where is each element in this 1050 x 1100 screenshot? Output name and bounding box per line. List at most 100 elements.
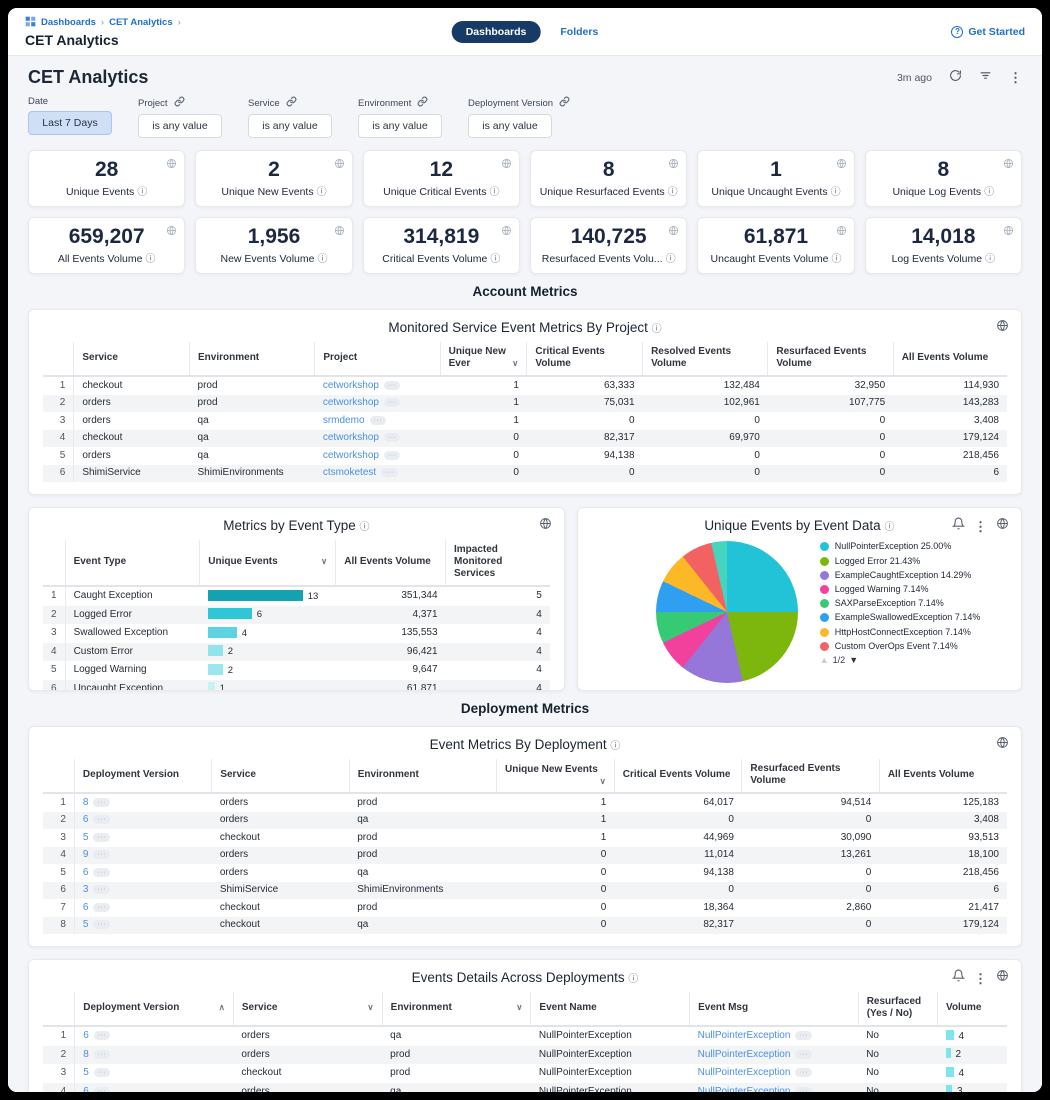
bell-icon[interactable]	[952, 969, 965, 987]
legend-item[interactable]: ExampleCaughtException 14.29%	[820, 570, 1007, 582]
column-header[interactable]: Critical Events Volume	[527, 342, 643, 376]
info-icon[interactable]: ⓘ	[985, 254, 995, 265]
globe-icon[interactable]	[996, 736, 1009, 754]
info-icon[interactable]: ⓘ	[628, 974, 638, 985]
bell-icon[interactable]	[952, 517, 965, 535]
column-header[interactable]: Project	[315, 342, 440, 376]
cell-menu-badge[interactable]: ···	[93, 868, 110, 877]
info-icon[interactable]: ⓘ	[145, 254, 155, 265]
globe-icon[interactable]	[668, 156, 679, 174]
table-row[interactable]: 76···checkoutprod018,3642,86021,417	[43, 899, 1007, 917]
globe-icon[interactable]	[1003, 156, 1014, 174]
cell-menu-badge[interactable]: ···	[384, 451, 401, 460]
cell-menu-badge[interactable]: ···	[93, 798, 110, 807]
globe-icon[interactable]	[836, 156, 847, 174]
table-row[interactable]: 46···ordersqaNullPointerExceptionNullPoi…	[43, 1083, 1007, 1092]
column-header[interactable]: Volume	[938, 992, 1007, 1026]
table-row[interactable]: 28···ordersprodNullPointerExceptionNullP…	[43, 1046, 1007, 1065]
info-icon[interactable]: ⓘ	[360, 522, 370, 533]
table-row[interactable]: 56···ordersqa094,1380218,456	[43, 864, 1007, 882]
cell-link[interactable]: srmdemo	[323, 415, 365, 426]
info-icon[interactable]: ⓘ	[489, 187, 499, 198]
cell-menu-badge[interactable]: ···	[384, 398, 401, 407]
table-row[interactable]: 85···checkoutqa082,3170179,124	[43, 917, 1007, 935]
globe-icon[interactable]	[1003, 223, 1014, 241]
legend-item[interactable]: NullPointerException 25.00%	[820, 541, 1007, 553]
filter-chip[interactable]: is any value	[468, 114, 552, 138]
cell-menu-badge[interactable]: ···	[795, 1087, 812, 1092]
legend-item[interactable]: HttpHostConnectException 7.14%	[820, 627, 1007, 639]
cell-link[interactable]: 6	[83, 1030, 89, 1041]
filter-icon[interactable]	[979, 69, 992, 87]
cell-link[interactable]: 6	[83, 902, 89, 913]
cell-link[interactable]: NullPointerException	[698, 1086, 791, 1092]
table-row[interactable]: 6Uncaught Exception161,8714	[43, 680, 550, 692]
cell-menu-badge[interactable]: ···	[795, 1068, 812, 1077]
info-icon[interactable]: ⓘ	[666, 254, 676, 265]
cell-link[interactable]: ctsmoketest	[323, 467, 376, 478]
cell-link[interactable]: cetworkshop	[323, 380, 379, 391]
filter-chip[interactable]: is any value	[138, 114, 222, 138]
legend-item[interactable]: SAXParseException 7.14%	[820, 598, 1007, 610]
column-header[interactable]: Unique Events∨	[200, 540, 336, 586]
table-row[interactable]: 3ordersqasrmdemo···10003,408	[43, 412, 1007, 430]
tab-folders[interactable]: Folders	[560, 26, 598, 38]
cell-link[interactable]: 8	[83, 1049, 89, 1060]
cell-link[interactable]: 5	[83, 832, 89, 843]
table-row[interactable]: 1checkoutprodcetworkshop···163,333132,48…	[43, 376, 1007, 395]
column-header[interactable]: Impacted Monitored Services	[446, 540, 550, 586]
info-icon[interactable]: ⓘ	[884, 522, 894, 533]
globe-icon[interactable]	[334, 156, 345, 174]
table-row[interactable]: 1Caught Exception13351,3445	[43, 586, 550, 606]
table-row[interactable]: 63···ShimiServiceShimiEnvironments0006	[43, 882, 1007, 900]
column-header[interactable]: Resurfaced(Yes / No)	[858, 992, 937, 1026]
column-header[interactable]: Service∨	[233, 992, 382, 1026]
cell-link[interactable]: 6	[83, 814, 89, 825]
cell-link[interactable]: cetworkshop	[323, 397, 379, 408]
globe-icon[interactable]	[166, 156, 177, 174]
column-header[interactable]: Deployment Version	[74, 759, 211, 793]
cell-link[interactable]: 3	[83, 884, 89, 895]
table-row[interactable]: 3Swallowed Exception4135,5534	[43, 624, 550, 643]
kebab-menu-icon[interactable]: ⋮	[974, 520, 987, 533]
column-header[interactable]: Environment	[190, 342, 315, 376]
cell-menu-badge[interactable]: ···	[94, 1068, 111, 1077]
table-row[interactable]: 26···ordersqa1003,408	[43, 812, 1007, 830]
pie-chart[interactable]	[656, 541, 798, 683]
column-header[interactable]: Resolved Events Volume	[643, 342, 768, 376]
table-row[interactable]: 35···checkoutprodNullPointerExceptionNul…	[43, 1064, 1007, 1083]
cell-menu-badge[interactable]: ···	[93, 850, 110, 859]
legend-page-up-icon[interactable]: ▲	[820, 655, 829, 665]
info-icon[interactable]: ⓘ	[831, 254, 841, 265]
column-header[interactable]: Environment	[349, 759, 496, 793]
column-header[interactable]: Service	[212, 759, 349, 793]
cell-menu-badge[interactable]: ···	[93, 885, 110, 894]
globe-icon[interactable]	[501, 223, 512, 241]
cell-menu-badge[interactable]: ···	[795, 1050, 812, 1059]
table-row[interactable]: 35···checkoutprod144,96930,09093,513	[43, 829, 1007, 847]
column-header[interactable]: Event Type	[65, 540, 200, 586]
globe-icon[interactable]	[668, 223, 679, 241]
table-row[interactable]: 2ordersprodcetworkshop···175,031102,9611…	[43, 395, 1007, 413]
column-header[interactable]: Event Name	[531, 992, 690, 1026]
legend-page-down-icon[interactable]: ▼	[849, 655, 858, 665]
table-row[interactable]: 6ShimiServiceShimiEnvironmentsctsmoketes…	[43, 465, 1007, 483]
table-row[interactable]: 18···ordersprod164,01794,514125,183	[43, 793, 1007, 812]
cell-link[interactable]: cetworkshop	[323, 450, 379, 461]
column-header[interactable]: Service	[74, 342, 190, 376]
cell-menu-badge[interactable]: ···	[384, 381, 401, 390]
table-row[interactable]: 2Logged Error64,3714	[43, 606, 550, 625]
filter-chip[interactable]: is any value	[358, 114, 442, 138]
globe-icon[interactable]	[166, 223, 177, 241]
cell-menu-badge[interactable]: ···	[370, 416, 387, 425]
table-row[interactable]: 4Custom Error296,4214	[43, 643, 550, 662]
legend-item[interactable]: ExampleSwallowedException 7.14%	[820, 612, 1007, 624]
info-icon[interactable]: ⓘ	[668, 187, 678, 198]
info-icon[interactable]: ⓘ	[831, 187, 841, 198]
cell-menu-badge[interactable]: ···	[795, 1031, 812, 1040]
cell-link[interactable]: 5	[83, 1067, 89, 1078]
table-row[interactable]: 4checkoutqacetworkshop···082,31769,97001…	[43, 430, 1007, 448]
cell-link[interactable]: 6	[83, 1086, 89, 1092]
cell-link[interactable]: 8	[83, 797, 89, 808]
globe-icon[interactable]	[996, 319, 1009, 337]
